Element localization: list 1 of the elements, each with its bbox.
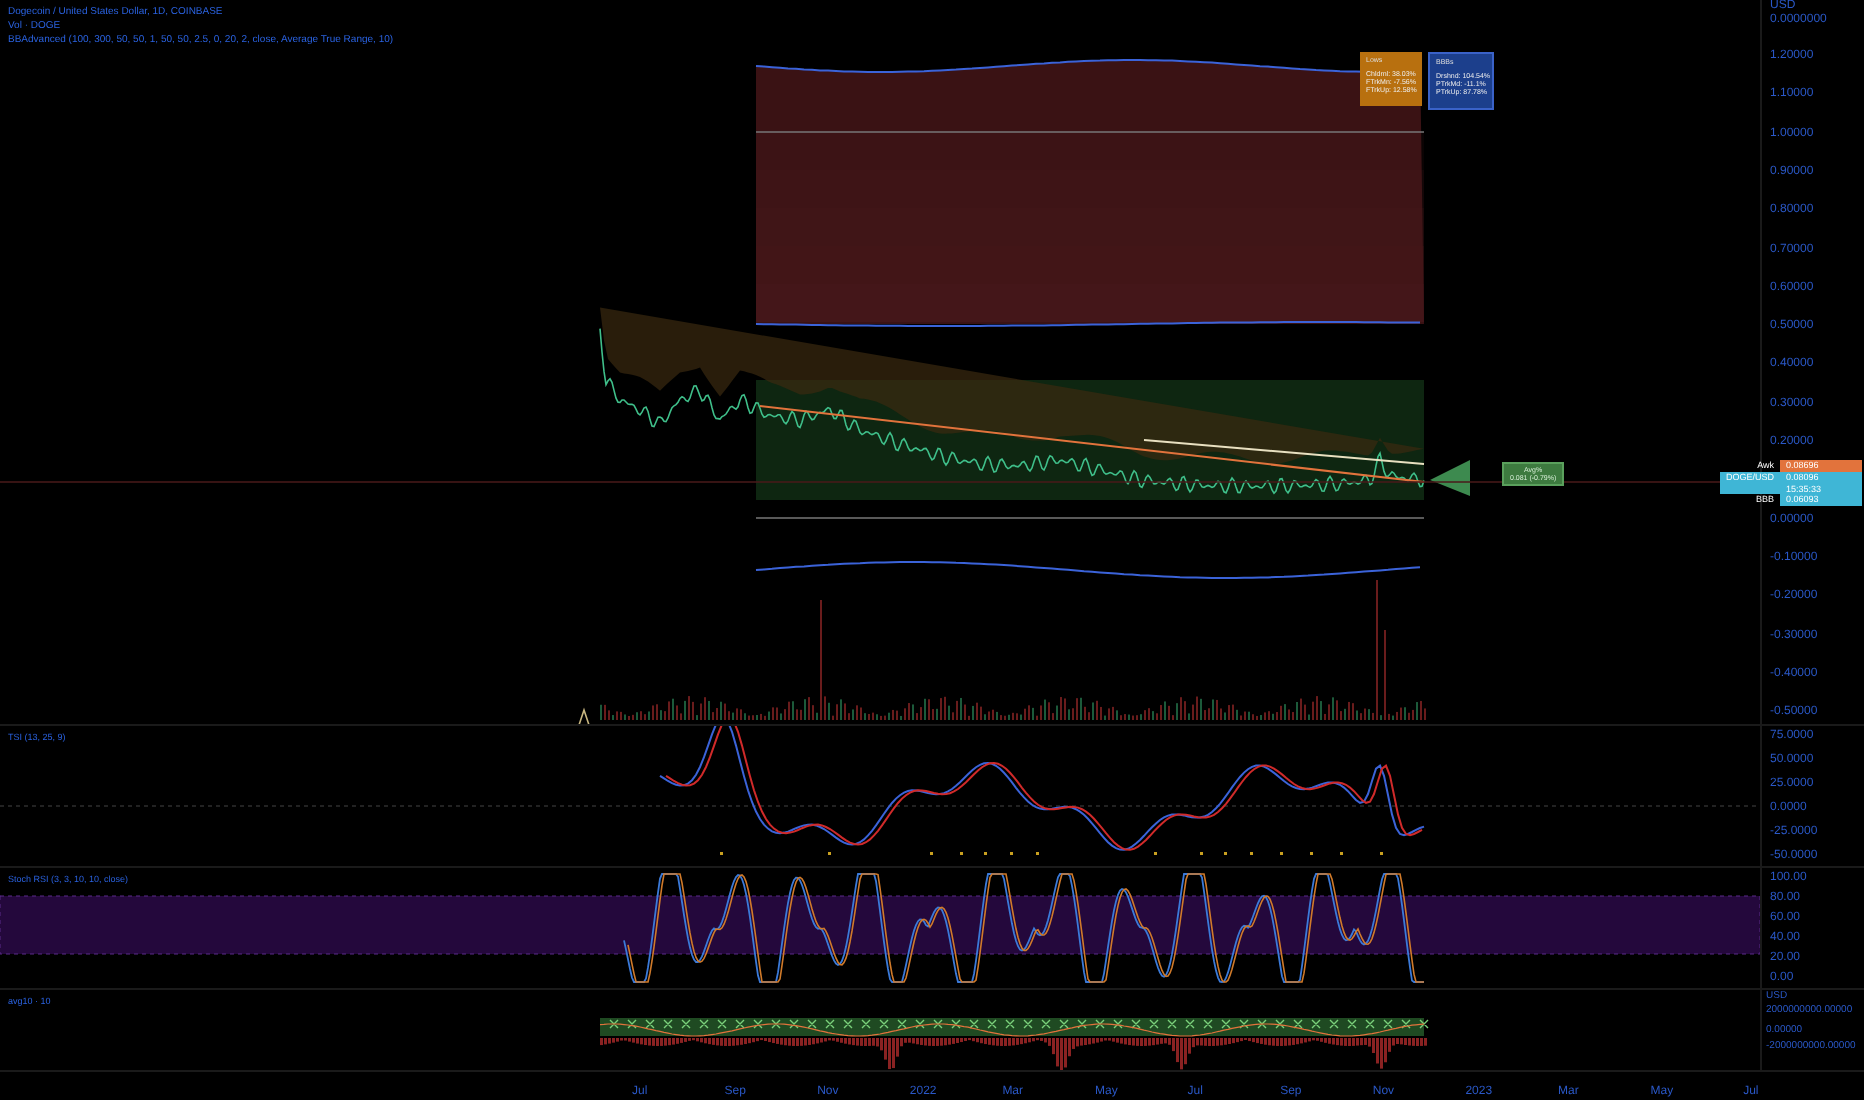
logo-icon (576, 707, 592, 724)
